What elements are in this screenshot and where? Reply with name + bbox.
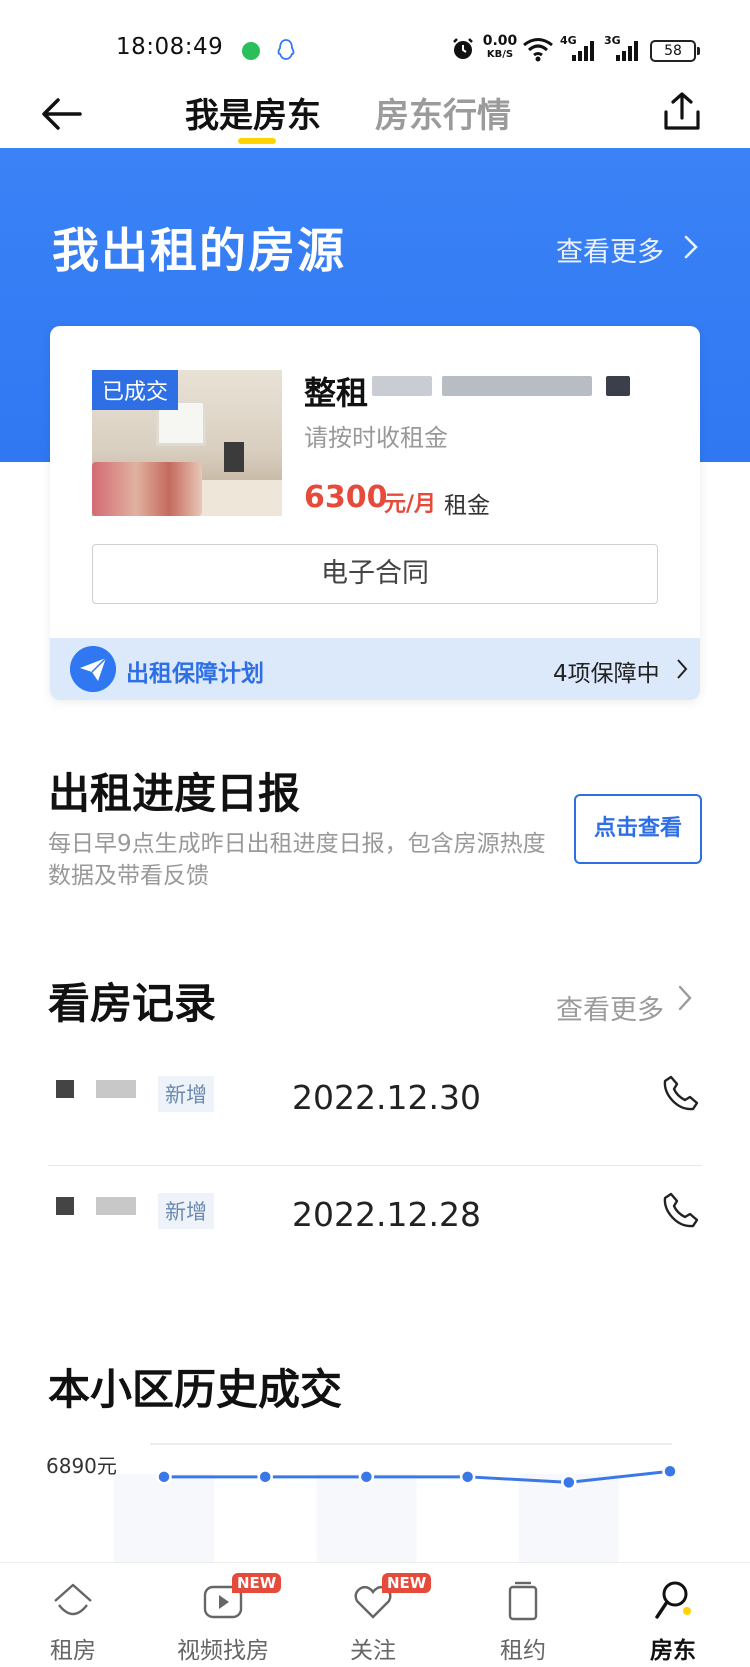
tab-video-search[interactable]: NEW 视频找房: [158, 1563, 288, 1667]
viewing-record-row[interactable]: 新增 2022.12.30: [48, 1050, 702, 1166]
tab-label: 视频找房: [177, 1638, 269, 1664]
bottom-tab-bar: 租房 NEW 视频找房 NEW 关注 租约 房东: [0, 1562, 750, 1667]
tab-landlord-market[interactable]: 房东行情: [375, 88, 511, 137]
tab-label: 关注: [350, 1638, 396, 1664]
e-contract-button[interactable]: 电子合同: [92, 544, 658, 604]
listing-title: 整租: [304, 374, 369, 412]
tab-landlord[interactable]: 房东: [608, 1563, 738, 1667]
net-speed-unit: KB/S: [486, 49, 514, 60]
paper-plane-icon: [70, 646, 116, 692]
net-speed-value: 0.00: [482, 33, 518, 49]
my-listings-more-link[interactable]: 查看更多: [556, 230, 664, 269]
daily-report-title: 出租进度日报: [48, 769, 301, 818]
redacted-name: [56, 1080, 74, 1098]
signal-strength-icon: [616, 41, 638, 61]
chart-column-band: [114, 1474, 214, 1562]
rental-guarantee-bar[interactable]: 出租保障计划 4项保障中: [50, 638, 700, 700]
viewing-records-title: 看房记录: [48, 979, 217, 1028]
viewing-date: 2022.12.28: [292, 1195, 481, 1234]
rent-price: 6300: [304, 480, 388, 515]
chart-column-band: [316, 1474, 417, 1562]
new-badge: NEW: [232, 1573, 282, 1593]
status-bar: 18:08:49 0.00 KB/S 4G 3G 58: [0, 0, 750, 80]
phone-icon[interactable]: [662, 1191, 700, 1229]
tab-follow[interactable]: NEW 关注: [308, 1563, 438, 1667]
active-tab-indicator: [238, 138, 276, 144]
history-price-chart: 6890元: [0, 1430, 750, 1562]
deal-closed-badge: 已成交: [92, 370, 179, 410]
wechat-notification-icon: [242, 42, 260, 60]
wifi-icon: [523, 38, 553, 62]
tab-label: 房东: [650, 1638, 696, 1664]
tab-label: 租房: [50, 1638, 96, 1664]
document-icon: [508, 1581, 538, 1621]
rent-label: 租金: [444, 493, 490, 519]
chart-data-point: [257, 1469, 273, 1485]
signal-strength-icon: [572, 41, 594, 61]
y-axis-max-label: 6890元: [46, 1454, 117, 1478]
viewing-records-more-link[interactable]: 查看更多: [556, 988, 664, 1027]
viewing-date: 2022.12.30: [292, 1078, 481, 1117]
community-history-title: 本小区历史成交: [48, 1365, 343, 1414]
share-icon[interactable]: [660, 90, 704, 134]
redacted-address: [606, 376, 630, 396]
alarm-icon: [453, 38, 473, 59]
landlord-key-icon: [655, 1581, 691, 1619]
qq-notification-icon: [277, 39, 295, 60]
guarantee-plan-label: 出租保障计划: [126, 661, 264, 687]
my-listings-title: 我出租的房源: [52, 224, 346, 279]
tab-i-am-landlord[interactable]: 我是房东: [185, 88, 321, 137]
chart-data-point: [358, 1469, 375, 1485]
view-report-button[interactable]: 点击查看: [574, 794, 702, 864]
new-tag: 新增: [158, 1076, 214, 1112]
tab-lease[interactable]: 租约: [458, 1563, 588, 1667]
redacted-name: [96, 1197, 136, 1215]
chart-data-point: [459, 1469, 476, 1485]
listing-photo[interactable]: 已成交: [92, 370, 282, 516]
rent-price-unit: 元/月: [384, 492, 437, 517]
chevron-right-icon[interactable]: [676, 984, 694, 1012]
daily-report-description: 每日早9点生成昨日出租进度日报，包含房源热度数据及带看反馈: [48, 831, 546, 889]
new-tag: 新增: [158, 1193, 214, 1229]
guarantee-status: 4项保障中: [553, 661, 660, 687]
tab-label: 租约: [500, 1638, 546, 1664]
redacted-name: [56, 1197, 74, 1215]
chevron-right-icon: [677, 659, 688, 679]
listing-card[interactable]: 已成交 整租 请按时收租金 6300 元/月 租金 电子合同 出租保障计划 4项…: [50, 326, 700, 700]
status-time: 18:08:49: [116, 34, 224, 60]
chart-data-point: [156, 1469, 172, 1485]
redacted-name: [96, 1080, 136, 1098]
redacted-address: [372, 376, 432, 396]
chart-data-point: [662, 1463, 678, 1480]
phone-icon[interactable]: [662, 1074, 700, 1112]
net-speed: 0.00 KB/S: [480, 34, 520, 62]
redacted-address: [442, 376, 592, 396]
new-badge: NEW: [382, 1573, 432, 1593]
battery-indicator: 58: [650, 40, 700, 62]
house-icon: [54, 1583, 92, 1616]
listing-subtitle: 请按时收租金: [304, 424, 448, 452]
divider: [48, 1165, 702, 1166]
top-nav: 我是房东 房东行情: [0, 80, 750, 148]
chevron-right-icon[interactable]: [682, 234, 700, 260]
tab-rent[interactable]: 租房: [8, 1563, 138, 1667]
viewing-record-row[interactable]: 新增 2022.12.28: [48, 1167, 702, 1283]
chart-data-point: [561, 1474, 577, 1491]
back-arrow-icon[interactable]: [38, 90, 86, 138]
